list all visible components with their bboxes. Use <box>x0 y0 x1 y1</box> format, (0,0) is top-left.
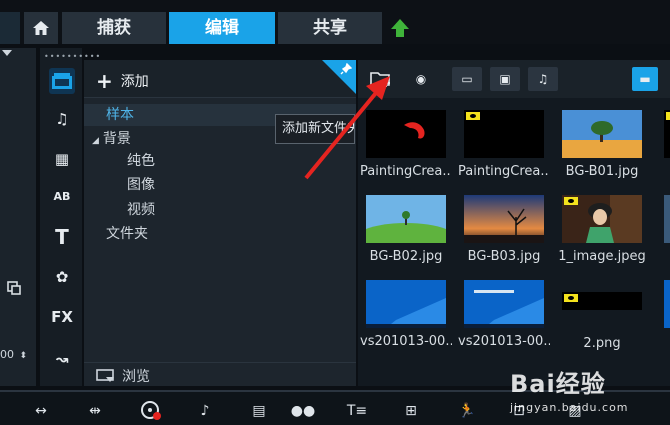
media-item-label: BG-B03.jpg <box>467 249 541 264</box>
browse-label: 浏览 <box>122 369 150 385</box>
thumb-bg-b02[interactable] <box>366 195 446 243</box>
video-filter-icon[interactable]: ▭ <box>452 67 482 91</box>
photo-tag-icon <box>564 197 578 205</box>
overlay-icon[interactable]: ●● <box>290 400 316 422</box>
plus-icon: + <box>96 69 113 93</box>
transition-icon[interactable]: ▦ <box>49 146 75 172</box>
tree-item-solid-color[interactable]: 纯色 <box>127 150 155 172</box>
title-track-icon[interactable]: T≡ <box>344 400 370 422</box>
thumb-vs201013-1[interactable] <box>366 280 446 328</box>
media-library-icon[interactable] <box>49 68 75 94</box>
thumb-1-image[interactable] <box>562 195 642 243</box>
time-stepper[interactable]: 00 ⬍ <box>0 348 28 368</box>
left-preview-panel: 00 ⬍ <box>0 48 36 386</box>
top-tab-bar: 捕获 编辑 共享 <box>0 0 670 44</box>
collapse-triangle-icon[interactable]: ◢ <box>92 136 99 146</box>
thumb-2-png[interactable] <box>562 292 642 310</box>
record-icon[interactable] <box>138 400 164 422</box>
home-tab[interactable] <box>24 12 58 44</box>
tree-item-video[interactable]: 视频 <box>127 199 155 221</box>
watermark-url: jingyan.baidu.com <box>510 401 629 414</box>
media-toolbar: ◉ ▭ ▣ ♫ ▬ <box>358 60 670 98</box>
edit-category-strip: •••••••••• ♫ ▦ AB T ✿ FX ↝ <box>40 48 100 386</box>
browse-bar: 浏览 <box>84 362 356 386</box>
media-item-label: vs201013-00... <box>360 334 452 349</box>
baidu-watermark: Bai经验 jingyan.baidu.com <box>510 364 670 424</box>
thumb-bg-b01[interactable] <box>562 110 642 158</box>
media-library-panel: ◉ ▭ ▣ ♫ ▬ PaintingCrea... PaintingCrea..… <box>358 60 670 386</box>
upload-icon[interactable] <box>386 16 414 42</box>
media-item-label: vs201013-00... <box>458 334 550 349</box>
photo-tag-icon <box>564 294 578 302</box>
photo-tag-icon <box>466 112 480 120</box>
watermark-brand: Bai经验 <box>510 370 606 398</box>
tab-capture[interactable]: 捕获 <box>62 12 166 44</box>
media-item-label: 2.png <box>583 336 621 351</box>
thumb-partial[interactable] <box>664 280 670 328</box>
film-icon[interactable]: ▤ <box>246 400 272 422</box>
tree-item-background[interactable]: ◢ 背景 <box>92 128 131 150</box>
photo-filter-icon[interactable]: ▣ <box>490 67 520 91</box>
thumb-vs201013-2[interactable] <box>464 280 544 328</box>
stepper-value: 00 <box>0 348 14 361</box>
capture-icon[interactable]: ◉ <box>408 67 434 91</box>
audio-icon[interactable]: ♫ <box>49 106 75 132</box>
motion-path-icon[interactable]: ↝ <box>49 346 75 372</box>
split-screen-icon[interactable]: ⊞ <box>398 400 424 422</box>
stepper-arrows-icon[interactable]: ⬍ <box>20 351 28 361</box>
resize-clip-icon[interactable]: ⇹ <box>82 400 108 422</box>
tree-item-folder[interactable]: 文件夹 <box>106 223 148 245</box>
thumbnail-view-icon[interactable]: ▬ <box>632 67 658 91</box>
thumb-partial[interactable] <box>664 110 670 158</box>
home-icon <box>33 21 49 35</box>
dropdown-arrow-icon[interactable] <box>2 50 12 56</box>
browse-button[interactable]: 浏览 <box>96 366 150 386</box>
annotation-arrow <box>304 76 390 180</box>
title-icon[interactable]: T <box>49 224 75 250</box>
trim-icon[interactable]: ↔ <box>28 400 54 422</box>
filter-icon[interactable]: FX <box>49 304 75 330</box>
tab-edit[interactable]: 编辑 <box>169 12 275 44</box>
tab-share[interactable]: 共享 <box>278 12 382 44</box>
tree-item-image[interactable]: 图像 <box>127 174 155 196</box>
add-label: 添加 <box>120 74 149 90</box>
thumb-partial[interactable] <box>664 195 670 243</box>
media-item-label: BG-B01.jpg <box>565 164 639 179</box>
motion-icon[interactable]: 🏃 <box>454 400 480 422</box>
thumb-painting-2[interactable] <box>464 110 544 158</box>
graphics-icon[interactable]: ✿ <box>49 264 75 290</box>
audio-mixer-icon[interactable]: ♪ <box>192 400 218 422</box>
tree-item-background-label: 背景 <box>102 131 131 147</box>
text-template-icon[interactable]: AB <box>49 184 75 210</box>
add-button[interactable]: + 添加 <box>96 69 149 93</box>
media-item-label: BG-B02.jpg <box>369 249 443 264</box>
thumb-bg-b03[interactable] <box>464 195 544 243</box>
media-item-label: PaintingCrea... <box>458 164 550 179</box>
resize-icon[interactable] <box>6 280 22 296</box>
media-item-label: 1_image.jpeg <box>558 249 646 264</box>
audio-filter-icon[interactable]: ♫ <box>528 67 558 91</box>
browse-icon <box>96 369 114 382</box>
left-edge-strip <box>0 12 20 44</box>
photo-tag-icon <box>666 112 670 120</box>
